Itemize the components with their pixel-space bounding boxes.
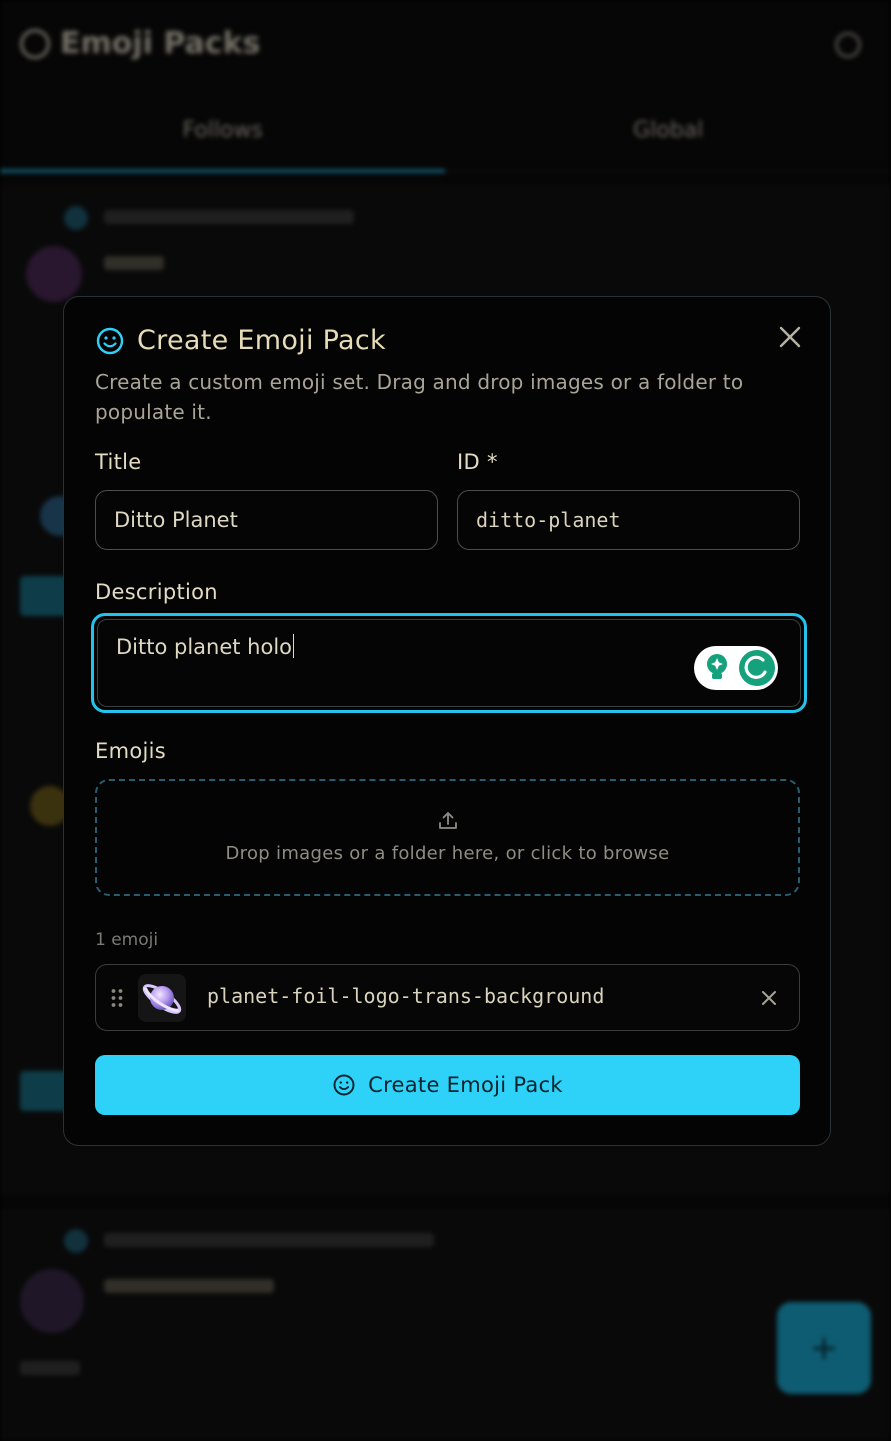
planet-image [142,984,182,1014]
bg-text-line [104,256,164,270]
gear-icon [835,32,861,58]
remove-emoji-icon[interactable] [759,988,779,1008]
grammarly-widget[interactable] [694,646,778,690]
bg-text-line [104,210,354,224]
id-input[interactable]: ditto-planet [457,490,800,550]
bg-icon [64,1229,88,1253]
smile-icon [333,1074,355,1096]
app-logo-icon [20,28,50,59]
bg-tab-indicator [0,169,445,173]
bg-fab-button: + [777,1302,871,1394]
close-icon[interactable] [776,323,804,351]
emoji-list-item: planet-foil-logo-trans-background [95,964,800,1031]
bg-icon [64,206,88,230]
bg-text-line [20,1361,80,1375]
drag-handle-icon[interactable] [110,987,124,1009]
title-label: Title [95,450,142,474]
dropzone-text: Drop images or a folder here, or click t… [225,843,670,864]
emoji-count: 1 emoji [95,930,159,950]
bg-text-line [104,1279,274,1293]
bg-header: Emoji Packs [20,26,260,61]
emoji-thumbnail [138,974,186,1022]
title-input[interactable]: Ditto Planet [95,490,438,550]
grammarly-icon [739,650,775,686]
dialog-description: Create a custom emoji set. Drag and drop… [95,370,744,424]
bg-tabs: Follows Global [0,112,891,173]
text-caret [293,634,295,658]
bg-post-card [0,1210,891,1441]
emoji-name: planet-foil-logo-trans-background [207,984,605,1008]
create-emoji-pack-button[interactable]: Create Emoji Pack [95,1055,800,1115]
upload-icon [439,812,457,829]
description-text: Ditto planet holo [116,635,293,659]
dialog-title: Create Emoji Pack [137,325,386,356]
bg-avatar [20,1269,84,1333]
description-textarea-focus: Ditto planet holo [91,613,807,713]
dialog-header: Create Emoji Pack [95,325,386,356]
emojis-label: Emojis [95,739,166,763]
bulb-icon [707,654,727,679]
bg-tab-follows: Follows [182,118,263,143]
submit-label: Create Emoji Pack [368,1073,563,1097]
bg-avatar [26,246,82,302]
id-label: ID * [457,450,498,474]
create-emoji-pack-dialog: Create Emoji Pack Create a custom emoji … [63,296,831,1146]
bg-tab-global: Global [633,118,704,143]
emoji-dropzone[interactable]: Drop images or a folder here, or click t… [95,779,800,896]
bg-app-title: Emoji Packs [60,26,261,61]
smile-icon [96,327,124,354]
description-label: Description [95,580,218,604]
bg-text-line [104,1233,434,1247]
